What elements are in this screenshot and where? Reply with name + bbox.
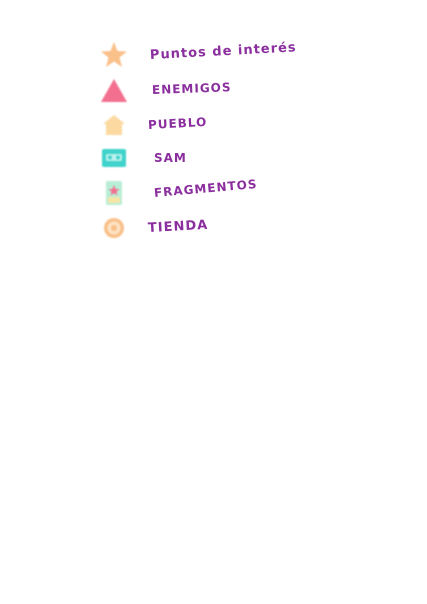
legend-label: TIENDA — [147, 217, 209, 236]
legend-item-points-of-interest: Puntos de interés — [96, 39, 297, 71]
legend-item-enemies: ENEMIGOS — [96, 74, 232, 106]
card-icon — [96, 177, 132, 209]
star-icon — [96, 39, 132, 71]
legend-item-sam: SAM — [96, 142, 187, 174]
legend-item-fragments: FRAGMENTOS — [96, 177, 258, 209]
legend-label: PUEBLO — [147, 114, 208, 132]
legend-label: Puntos de interés — [149, 39, 298, 63]
cassette-icon — [96, 142, 132, 174]
house-icon — [96, 109, 132, 141]
legend-label: SAM — [154, 151, 187, 165]
map-legend: Puntos de interés ENEMIGOS PUEBLO SAM FR… — [0, 0, 427, 604]
legend-label: ENEMIGOS — [151, 80, 232, 97]
coin-icon — [96, 212, 132, 244]
legend-item-shop: TIENDA — [96, 212, 209, 244]
triangle-icon — [96, 74, 132, 106]
legend-item-town: PUEBLO — [96, 109, 208, 141]
legend-label: FRAGMENTOS — [153, 176, 259, 200]
